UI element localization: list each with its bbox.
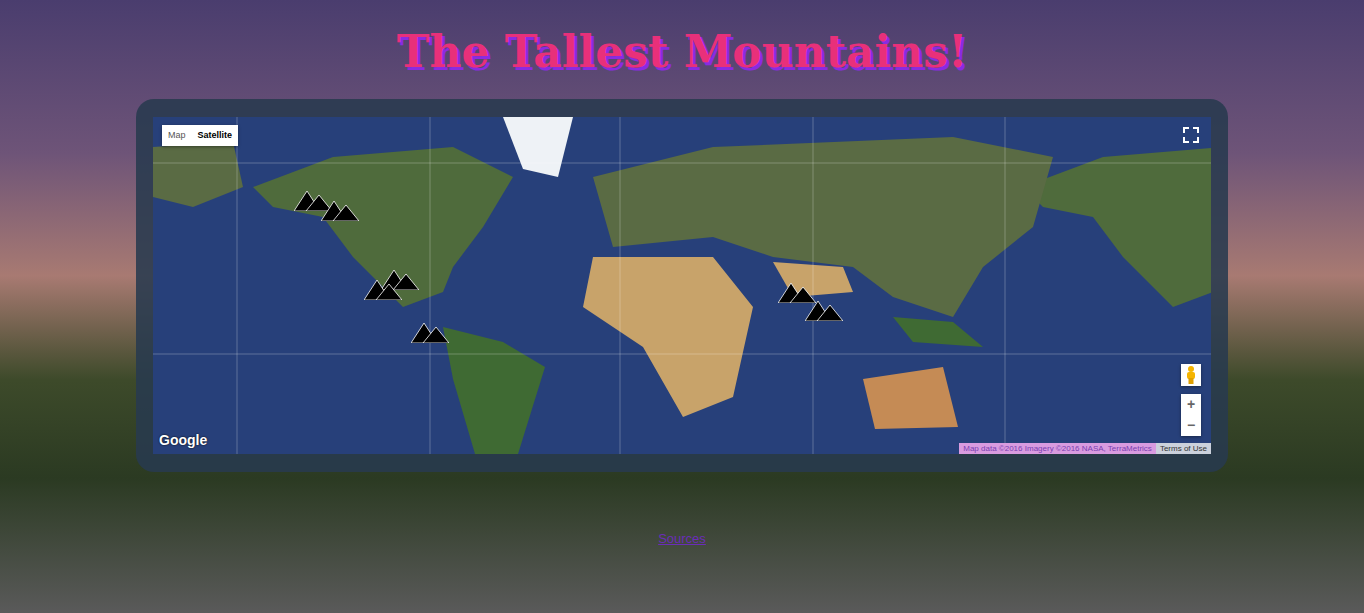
fullscreen-icon[interactable] xyxy=(1181,125,1201,145)
mountain-marker-icon[interactable] xyxy=(364,276,402,300)
attribution-text: Map data ©2016 Imagery ©2016 NASA, Terra… xyxy=(959,443,1156,454)
mountain-marker-icon[interactable] xyxy=(321,197,359,221)
zoom-in-button[interactable]: + xyxy=(1181,394,1201,415)
page-title: The Tallest Mountains! xyxy=(0,0,1364,79)
street-view-icon[interactable] xyxy=(1181,364,1201,386)
mountain-marker-icon[interactable] xyxy=(294,187,332,211)
attribution-bar: Map data ©2016 Imagery ©2016 NASA, Terra… xyxy=(959,443,1211,454)
map-type-button[interactable]: Satellite xyxy=(192,125,239,147)
satellite-imagery xyxy=(153,117,1211,454)
google-logo[interactable]: Google xyxy=(159,430,207,451)
world-map[interactable]: MapSatellite +− Google Map data ©2016 Image… xyxy=(153,117,1211,454)
map-panel: MapSatellite +− Google Map data ©2016 Image… xyxy=(136,99,1228,472)
terms-link[interactable]: Terms of Use xyxy=(1156,443,1211,454)
mountain-marker-icon[interactable] xyxy=(805,297,843,321)
map-type-control: MapSatellite xyxy=(162,125,238,147)
zoom-out-button[interactable]: − xyxy=(1181,415,1201,436)
mountain-marker-icon[interactable] xyxy=(778,279,816,303)
zoom-control: +− xyxy=(1181,394,1201,436)
map-type-button[interactable]: Map xyxy=(162,125,192,147)
mountain-marker-icon[interactable] xyxy=(411,319,449,343)
sources-link[interactable]: Sources xyxy=(658,531,706,546)
